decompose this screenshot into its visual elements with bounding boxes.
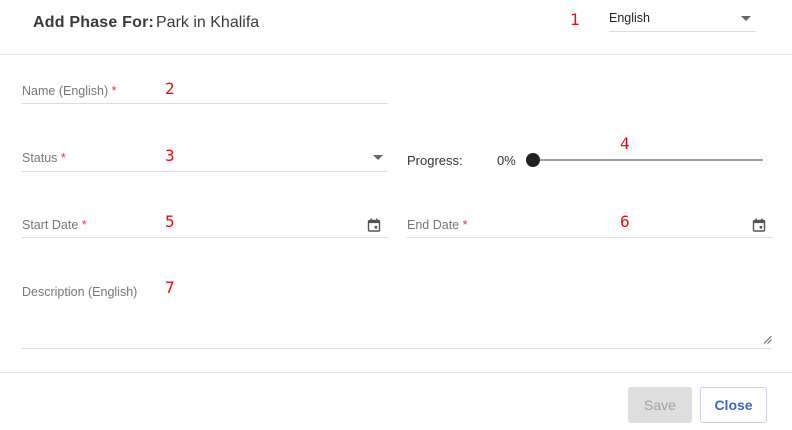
start-date-field[interactable]: Start Date * <box>22 211 388 238</box>
description-label: Description (English) <box>22 285 138 299</box>
annotation-marker-1: 1 <box>570 10 580 29</box>
required-marker: * <box>111 84 117 98</box>
progress-slider[interactable] <box>526 149 763 171</box>
end-date-field[interactable]: End Date * <box>407 211 773 238</box>
annotation-marker-4: 4 <box>620 134 630 153</box>
slider-track <box>533 159 763 161</box>
calendar-icon[interactable] <box>367 218 381 232</box>
annotation-marker-6: 6 <box>620 212 630 231</box>
dialog-title: Add Phase For: <box>33 14 155 31</box>
annotation-marker-7: 7 <box>165 278 175 297</box>
chevron-down-icon <box>373 155 383 160</box>
slider-thumb[interactable] <box>526 153 540 167</box>
progress-label: Progress: <box>407 153 463 168</box>
description-textarea[interactable]: Description (English) <box>22 273 772 349</box>
dialog-header: Add Phase For: Park in Khalifa 1 English <box>0 0 792 55</box>
close-button[interactable]: Close <box>700 387 767 423</box>
name-field[interactable]: Name (English) * <box>22 78 388 104</box>
start-date-label: Start Date <box>22 218 79 232</box>
status-field-label: Status <box>22 151 58 165</box>
save-button[interactable]: Save <box>628 387 692 423</box>
required-marker: * <box>81 218 87 232</box>
annotation-marker-2: 2 <box>165 79 175 98</box>
annotation-marker-5: 5 <box>165 212 175 231</box>
progress-value: 0% <box>497 153 516 168</box>
required-marker: * <box>60 151 66 165</box>
end-date-label: End Date <box>407 218 460 232</box>
dialog-footer: Save Close <box>0 372 792 430</box>
annotation-marker-3: 3 <box>165 146 175 165</box>
name-field-label: Name (English) <box>22 84 109 98</box>
language-selected-value: English <box>609 11 650 25</box>
project-name: Park in Khalifa <box>156 14 260 31</box>
language-select[interactable]: English <box>609 8 756 32</box>
chevron-down-icon <box>741 16 751 21</box>
required-marker: * <box>462 218 468 232</box>
resize-grip-icon[interactable] <box>763 335 772 344</box>
calendar-icon[interactable] <box>752 218 766 232</box>
status-select[interactable]: Status * <box>22 145 388 172</box>
